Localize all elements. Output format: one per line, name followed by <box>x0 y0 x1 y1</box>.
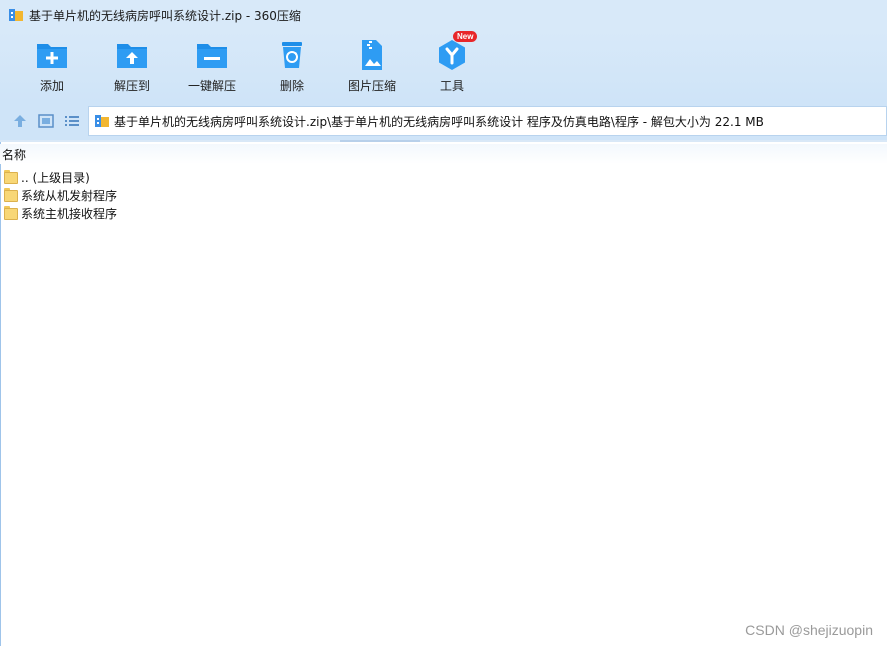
add-folder-icon <box>35 38 69 72</box>
list-item[interactable]: 系统从机发射程序 <box>4 186 504 204</box>
splitter-handle[interactable] <box>340 140 420 142</box>
folder-icon <box>4 170 18 184</box>
file-list: .. (上级目录) 系统从机发射程序 系统主机接收程序 <box>4 168 504 222</box>
list-item-name: .. (上级目录) <box>21 170 90 185</box>
image-compress-button[interactable]: 图片压缩 <box>332 38 412 98</box>
new-badge: New <box>453 31 478 42</box>
one-click-extract-button[interactable]: 一键解压 <box>172 38 252 98</box>
extract-to-label: 解压到 <box>113 79 150 93</box>
archive-path: 基于单片机的无线病房呼叫系统设计.zip\基于单片机的无线病房呼叫系统设计 程序… <box>114 114 764 129</box>
one-click-extract-icon <box>195 38 229 72</box>
list-item-name: 系统从机发射程序 <box>21 188 118 203</box>
tools-icon: New <box>435 31 478 72</box>
one-click-extract-label: 一键解压 <box>187 79 236 93</box>
address-bar: 基于单片机的无线病房呼叫系统设计.zip\基于单片机的无线病房呼叫系统设计 程序… <box>0 102 887 140</box>
add-button[interactable]: 添加 <box>12 38 92 98</box>
image-compress-icon <box>355 38 389 72</box>
image-compress-label: 图片压缩 <box>347 79 396 93</box>
delete-button[interactable]: 删除 <box>252 38 332 98</box>
path-field[interactable]: 基于单片机的无线病房呼叫系统设计.zip\基于单片机的无线病房呼叫系统设计 程序… <box>88 106 887 136</box>
folder-icon <box>4 188 18 202</box>
list-item-parent-dir[interactable]: .. (上级目录) <box>4 168 504 186</box>
tools-button[interactable]: New 工具 <box>412 31 492 98</box>
list-item[interactable]: 系统主机接收程序 <box>4 204 504 222</box>
toolbar: 添加 解压到 一键解压 删除 图片压缩 New 工具 <box>0 30 887 102</box>
window-title: 基于单片机的无线病房呼叫系统设计.zip - 360压缩 <box>29 8 301 23</box>
delete-label: 删除 <box>279 79 304 93</box>
splitter[interactable] <box>0 140 887 142</box>
list-view-icon[interactable] <box>63 112 81 130</box>
extract-to-icon <box>115 38 149 72</box>
folder-icon <box>4 206 18 220</box>
thumbnail-view-icon[interactable] <box>37 112 55 130</box>
title-bar: 基于单片机的无线病房呼叫系统设计.zip - 360压缩 <box>0 0 887 30</box>
list-item-name: 系统主机接收程序 <box>21 206 118 221</box>
watermark: CSDN @shejizuopin <box>745 622 873 638</box>
extract-to-button[interactable]: 解压到 <box>92 38 172 98</box>
archive-icon <box>94 113 110 129</box>
add-label: 添加 <box>39 79 64 93</box>
archive-icon <box>8 7 24 23</box>
column-header-label: 名称 <box>2 147 27 162</box>
recycle-bin-icon <box>275 38 309 72</box>
column-header-name[interactable]: 名称 <box>0 144 887 164</box>
tools-label: 工具 <box>439 79 464 93</box>
up-arrow-icon[interactable] <box>11 112 29 130</box>
